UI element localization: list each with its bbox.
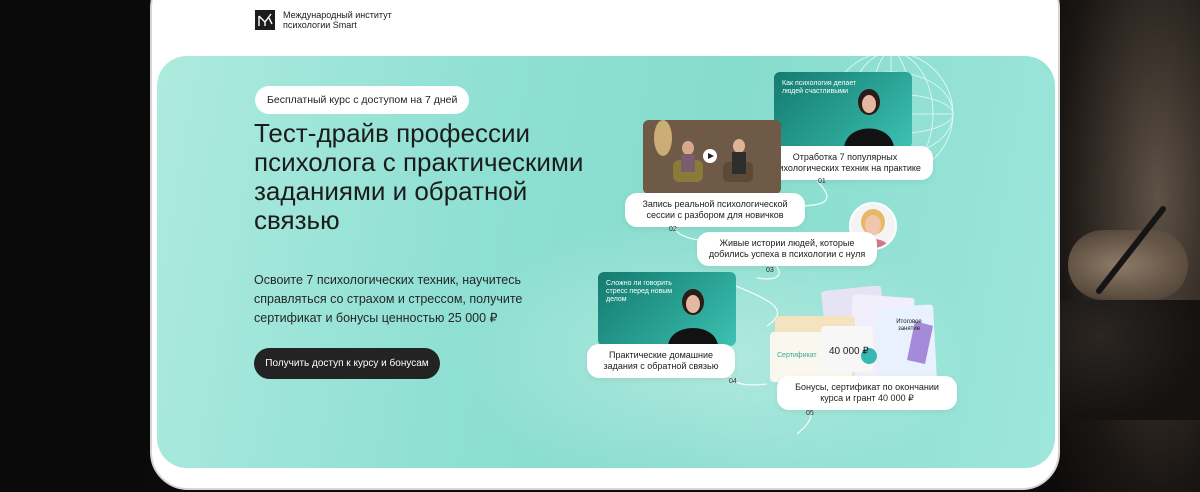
logo[interactable]: Международный институт психологии Smart [255,10,392,30]
background-photo [1058,0,1200,492]
grant-doc-label: 40 000 ₽ [829,346,869,357]
video-session-card[interactable] [643,120,781,194]
feature-label-02: Запись реальной психологической сессии с… [625,193,805,227]
background-left [0,0,150,492]
feature-num-04: 04 [729,378,737,385]
play-icon[interactable] [703,149,717,163]
logo-icon [255,10,275,30]
hero-section: Бесплатный курс с доступом на 7 дней Тес… [157,56,1055,468]
feature-num-01: 01 [818,178,826,185]
background-sleeve [1058,300,1200,420]
bonus-documents [770,286,937,386]
feature-num-02: 02 [669,226,677,233]
feature-label-04: Практические домашние задания с обратной… [587,344,735,378]
background-hand [1068,230,1188,300]
cert-doc-label: Сертификат [777,352,817,359]
feature-card-01[interactable]: Как психология делает людей счастливыми [774,72,912,148]
feature-label-03: Живые истории людей, которые добились ус… [697,232,877,266]
logo-text: Международный институт психологии Smart [283,10,392,30]
feature-label-01: Отработка 7 популярных психологических т… [757,146,933,180]
speaker-photo-01 [844,89,894,148]
extra-doc-label: Итоговое занятие [896,319,922,332]
logo-line-2: психологии Smart [283,20,357,30]
feature-label-05: Бонусы, сертификат по окончании курса и … [777,376,957,410]
feature-num-03: 03 [766,267,774,274]
page-frame: Международный институт психологии Smart … [150,0,1060,490]
logo-line-1: Международный институт [283,10,392,20]
feature-card-04[interactable]: Сложно ли говорить стресс перед новым де… [598,272,736,346]
feature-num-05: 05 [806,410,814,417]
speaker-photo-04 [668,289,718,346]
